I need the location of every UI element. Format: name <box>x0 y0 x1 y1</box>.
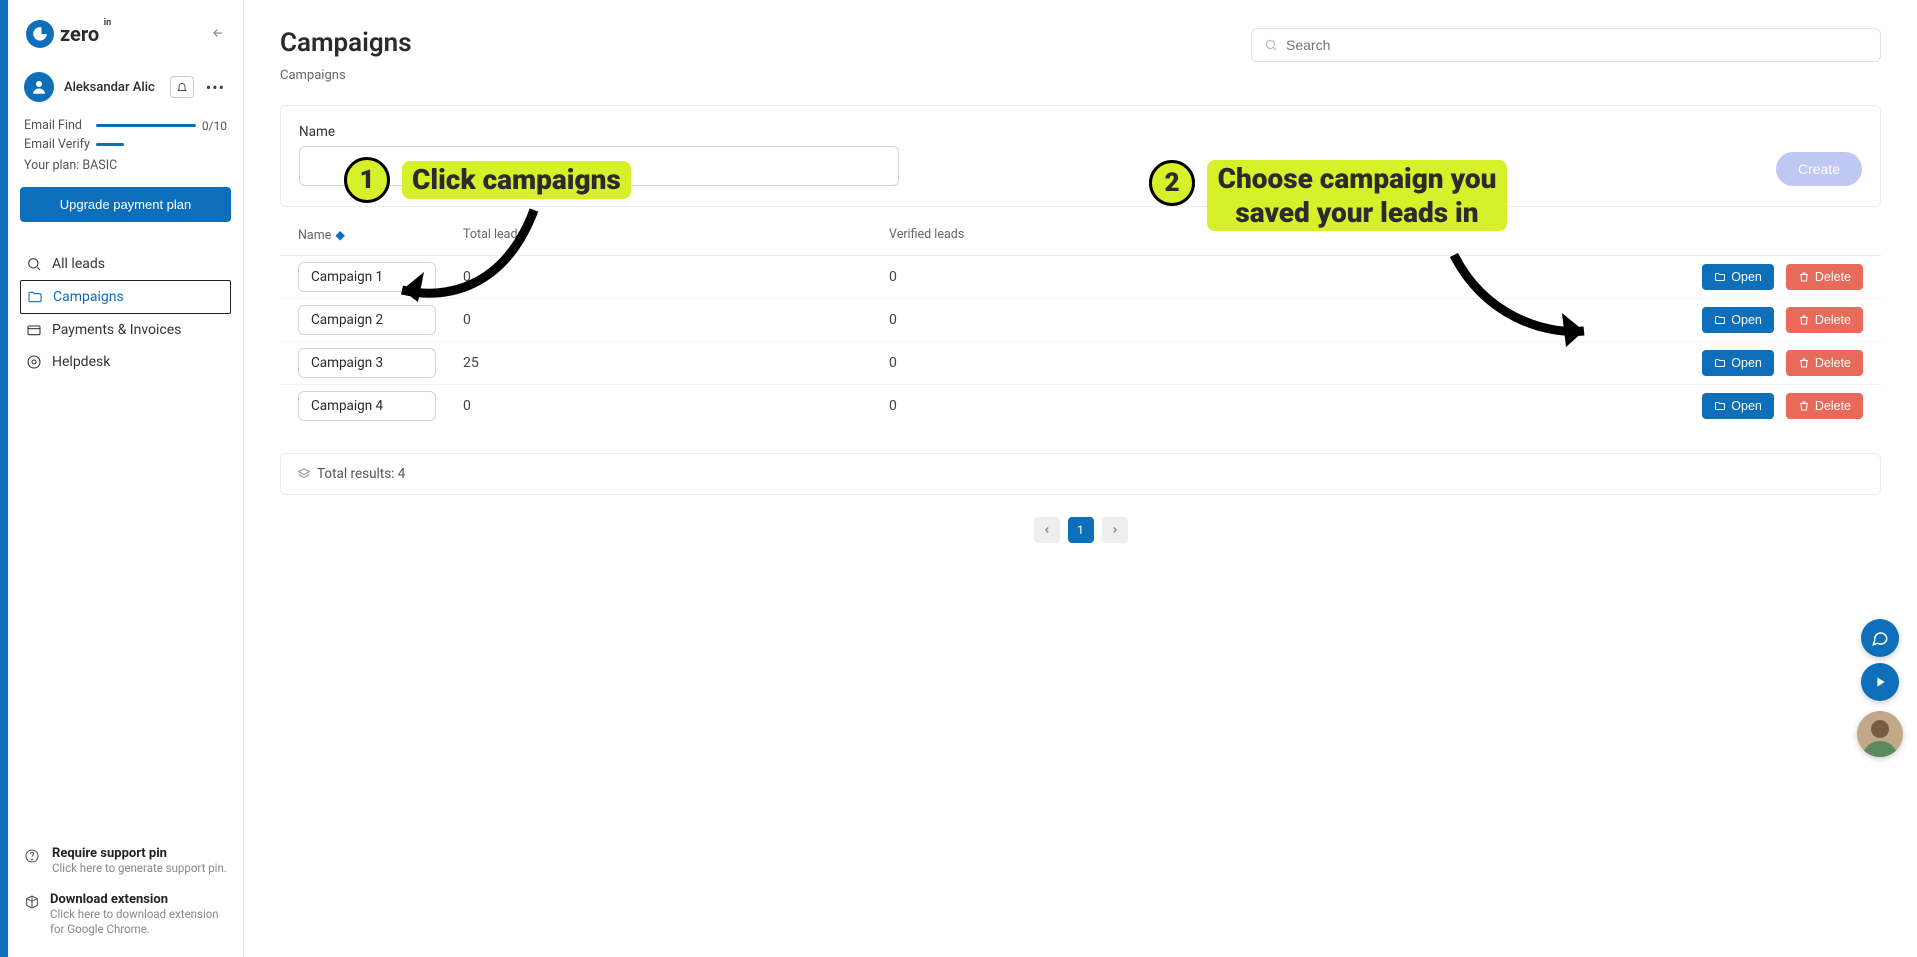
play-fab[interactable] <box>1861 663 1899 701</box>
download-sub: Click here to download extension for Goo… <box>50 907 227 937</box>
campaign-name-cell[interactable]: Campaign 3 <box>298 348 436 378</box>
support-pin-title: Require support pin <box>52 846 227 861</box>
search-input[interactable] <box>1286 37 1868 53</box>
help-icon <box>24 848 42 868</box>
email-verify-bar <box>96 143 124 146</box>
campaign-name-cell[interactable]: Campaign 4 <box>298 391 436 421</box>
table-row: Campaign 3 250 Open Delete <box>280 342 1881 385</box>
main-content: Campaigns Campaigns Name Create Name◆ To… <box>244 0 1917 957</box>
campaign-name-cell[interactable]: Campaign 2 <box>298 305 436 335</box>
pager-prev-button[interactable] <box>1034 517 1060 543</box>
email-find-value: 0/10 <box>202 119 227 133</box>
campaign-name-input[interactable] <box>299 146 899 186</box>
logo-text: zeroin <box>60 22 99 46</box>
pager-next-button[interactable] <box>1102 517 1128 543</box>
open-button[interactable]: Open <box>1702 393 1774 419</box>
open-button[interactable]: Open <box>1702 350 1774 376</box>
verified-leads-cell: 0 <box>889 355 1359 371</box>
campaign-name-cell[interactable]: Campaign 1 <box>298 262 436 292</box>
results-total-text: Total results: 4 <box>317 466 405 482</box>
folder-open-icon <box>1714 271 1726 283</box>
email-find-bar <box>96 124 196 127</box>
email-find-label: Email Find <box>24 118 90 133</box>
delete-button[interactable]: Delete <box>1786 307 1863 333</box>
verified-leads-cell: 0 <box>889 312 1359 328</box>
total-leads-cell: 0 <box>463 312 889 328</box>
package-icon <box>24 894 40 914</box>
col-total[interactable]: Total leads <box>463 227 889 243</box>
total-leads-cell: 0 <box>463 269 889 285</box>
upgrade-plan-button[interactable]: Upgrade payment plan <box>20 187 231 222</box>
logo[interactable]: zeroin <box>26 20 99 48</box>
email-verify-label: Email Verify <box>24 137 90 152</box>
sidebar-item-helpdesk[interactable]: Helpdesk <box>20 346 231 378</box>
folder-open-icon <box>1714 314 1726 326</box>
user-row: Aleksandar Alic ••• <box>24 72 227 102</box>
open-button[interactable]: Open <box>1702 307 1774 333</box>
total-leads-cell: 25 <box>463 355 889 371</box>
sidebar-item-label: Campaigns <box>53 289 124 305</box>
table-row: Campaign 2 00 Open Delete <box>280 299 1881 342</box>
table-row: Campaign 1 00 Open Delete <box>280 256 1881 299</box>
delete-button[interactable]: Delete <box>1786 393 1863 419</box>
sidebar-item-payments[interactable]: Payments & Invoices <box>20 314 231 346</box>
chat-fab[interactable] <box>1861 619 1899 657</box>
logo-icon <box>26 20 54 48</box>
pagination: 1 <box>280 517 1881 543</box>
verified-leads-cell: 0 <box>889 269 1359 285</box>
download-title: Download extension <box>50 892 227 907</box>
trash-icon <box>1798 400 1810 412</box>
layers-icon <box>297 467 311 481</box>
sidebar-item-label: All leads <box>52 256 105 272</box>
delete-button[interactable]: Delete <box>1786 264 1863 290</box>
plan-label: Your plan: BASIC <box>24 158 227 173</box>
col-verified[interactable]: Verified leads <box>889 227 1359 243</box>
verified-leads-cell: 0 <box>889 398 1359 414</box>
sidebar-item-all-leads[interactable]: All leads <box>20 248 231 280</box>
collapse-sidebar-icon[interactable] <box>211 25 225 44</box>
trash-icon <box>1798 271 1810 283</box>
create-campaign-form: Name Create <box>280 105 1881 207</box>
download-extension-button[interactable]: Download extension Click here to downloa… <box>24 892 227 937</box>
notifications-button[interactable] <box>170 76 194 98</box>
folder-open-icon <box>1714 357 1726 369</box>
total-leads-cell: 0 <box>463 398 889 414</box>
support-pin-sub: Click here to generate support pin. <box>52 861 227 876</box>
more-menu-icon[interactable]: ••• <box>204 76 227 99</box>
sidebar: zeroin Aleksandar Alic ••• Email Find 0/… <box>8 0 244 957</box>
play-icon <box>1872 674 1888 690</box>
col-name[interactable]: Name◆ <box>298 227 463 243</box>
user-name: Aleksandar Alic <box>64 80 160 95</box>
sidebar-item-label: Payments & Invoices <box>52 322 181 338</box>
sidebar-item-label: Helpdesk <box>52 354 110 370</box>
pager-page-1[interactable]: 1 <box>1068 517 1094 543</box>
page-title: Campaigns <box>280 28 412 58</box>
sidebar-item-campaigns[interactable]: Campaigns <box>20 280 231 314</box>
support-pin-button[interactable]: Require support pin Click here to genera… <box>24 846 227 876</box>
search-box[interactable] <box>1251 28 1881 62</box>
results-footer: Total results: 4 <box>280 453 1881 495</box>
nav: All leads Campaigns Payments & Invoices … <box>20 248 231 378</box>
table-row: Campaign 4 00 Open Delete <box>280 385 1881 427</box>
breadcrumb[interactable]: Campaigns <box>280 68 1881 83</box>
create-button[interactable]: Create <box>1776 152 1862 186</box>
delete-button[interactable]: Delete <box>1786 350 1863 376</box>
trash-icon <box>1798 357 1810 369</box>
search-icon <box>1264 38 1278 52</box>
trash-icon <box>1798 314 1810 326</box>
open-button[interactable]: Open <box>1702 264 1774 290</box>
campaigns-table: Name◆ Total leads Verified leads Campaig… <box>280 215 1881 427</box>
support-avatar[interactable] <box>1857 711 1903 757</box>
folder-open-icon <box>1714 400 1726 412</box>
sort-icon: ◆ <box>335 228 345 243</box>
avatar-icon <box>24 72 54 102</box>
name-field-label: Name <box>299 124 899 140</box>
blue-rail <box>0 0 8 957</box>
chat-icon <box>1871 629 1889 647</box>
